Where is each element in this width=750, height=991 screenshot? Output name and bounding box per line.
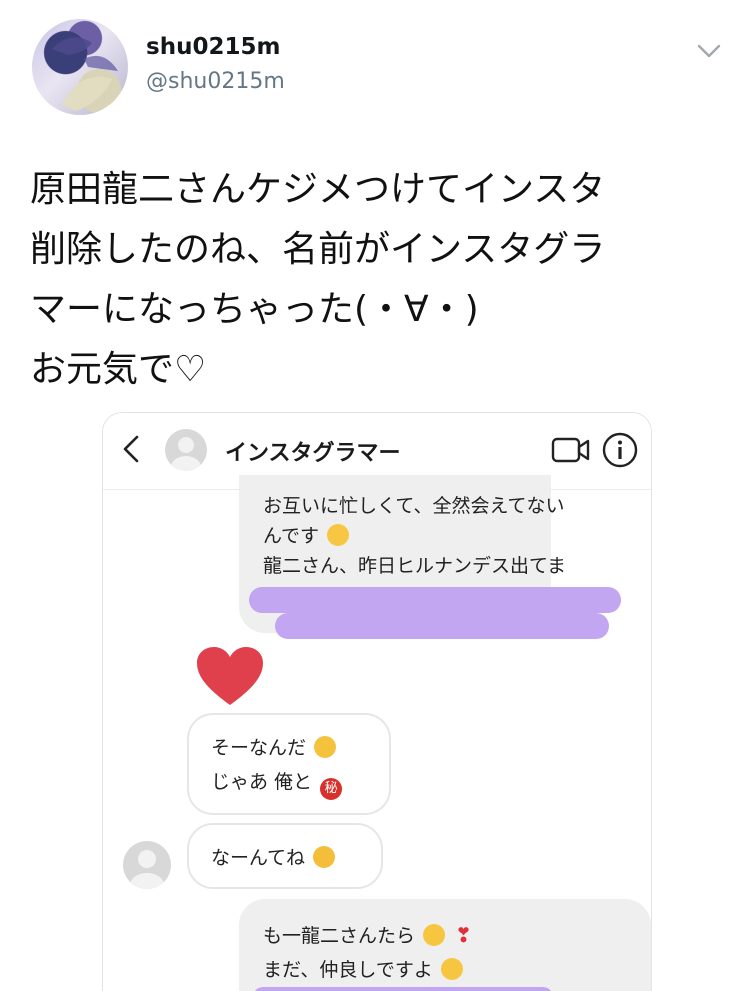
- tweet-header: shu0215m @shu0215m: [0, 0, 750, 130]
- message-line: 龍二さん、昨日ヒルナンデス出てま: [263, 555, 567, 577]
- contact-avatar[interactable]: [165, 429, 207, 471]
- exclamation-heart-icon: ❣: [455, 923, 472, 947]
- message-text: じゃあ 俺と: [211, 771, 313, 793]
- thinking-face-emoji: [314, 736, 337, 758]
- sweat-smile-emoji: [327, 524, 350, 546]
- info-icon[interactable]: [601, 431, 639, 469]
- redaction-scribble: [249, 587, 621, 613]
- tweet-text-line: お元気で♡: [30, 349, 207, 390]
- message-line: じゃあ 俺と 秘: [211, 767, 343, 800]
- back-arrow-icon[interactable]: [119, 433, 143, 465]
- message-text: んです: [263, 525, 320, 547]
- redaction-scribble: [253, 987, 553, 991]
- tweet-text-line: 削除したのね、名前がインスタグラ: [30, 229, 606, 270]
- yum-face-emoji: [440, 958, 463, 980]
- tweet-text: 原田龍二さんケジメつけてインスタ 削除したのね、名前がインスタグラ マーになっち…: [30, 160, 730, 400]
- tweet-text-line: マーになっちゃった(・∀・): [30, 289, 479, 330]
- contact-avatar-small[interactable]: [123, 841, 171, 889]
- secret-emoji: 秘: [320, 778, 343, 800]
- tweet-text-line: 原田龍二さんケジメつけてインスタ: [30, 169, 606, 210]
- message-text: まだ、仲良しですよ: [263, 959, 433, 981]
- message-text: なーんてね: [211, 847, 306, 869]
- message-outgoing: お互いに忙しくて、全然会えてない んです 龍二さん、昨日ヒルナンデス出てま: [239, 475, 621, 639]
- message-incoming: なーんてね: [187, 823, 383, 889]
- chevron-down-icon[interactable]: [696, 38, 722, 64]
- message-line: お互いに忙しくて、全然会えてない: [263, 495, 565, 517]
- attached-screenshot[interactable]: インスタグラマー お互いに忙しくて、全然会えてない んです 龍二さん、昨日ヒルナ…: [102, 412, 652, 991]
- contact-name[interactable]: インスタグラマー: [225, 435, 401, 467]
- username[interactable]: @shu0215m: [146, 69, 285, 94]
- grinning-squint-emoji: [423, 924, 446, 946]
- heart-reaction-icon: [197, 647, 263, 705]
- display-name[interactable]: shu0215m: [146, 34, 280, 60]
- default-avatar-icon: [171, 437, 201, 471]
- message-line: なーんてね: [211, 843, 336, 870]
- hugging-face-emoji: [313, 846, 336, 868]
- default-avatar-icon: [130, 850, 164, 889]
- profile-avatar[interactable]: [32, 19, 128, 115]
- message-line: んです: [263, 521, 350, 548]
- video-call-icon[interactable]: [551, 435, 591, 465]
- avatar-art: [52, 37, 118, 111]
- redaction-scribble: [275, 613, 609, 639]
- message-line: も一龍二さんたら ❣: [263, 921, 472, 948]
- message-outgoing: も一龍二さんたら ❣ まだ、仲良しですよ: [239, 899, 651, 991]
- message-line: そーなんだ: [211, 733, 337, 760]
- message-incoming: そーなんだ じゃあ 俺と 秘: [187, 713, 391, 815]
- message-text: も一龍二さんたら: [263, 925, 416, 947]
- message-line: まだ、仲良しですよ: [263, 955, 463, 982]
- message-text: そーなんだ: [211, 737, 307, 759]
